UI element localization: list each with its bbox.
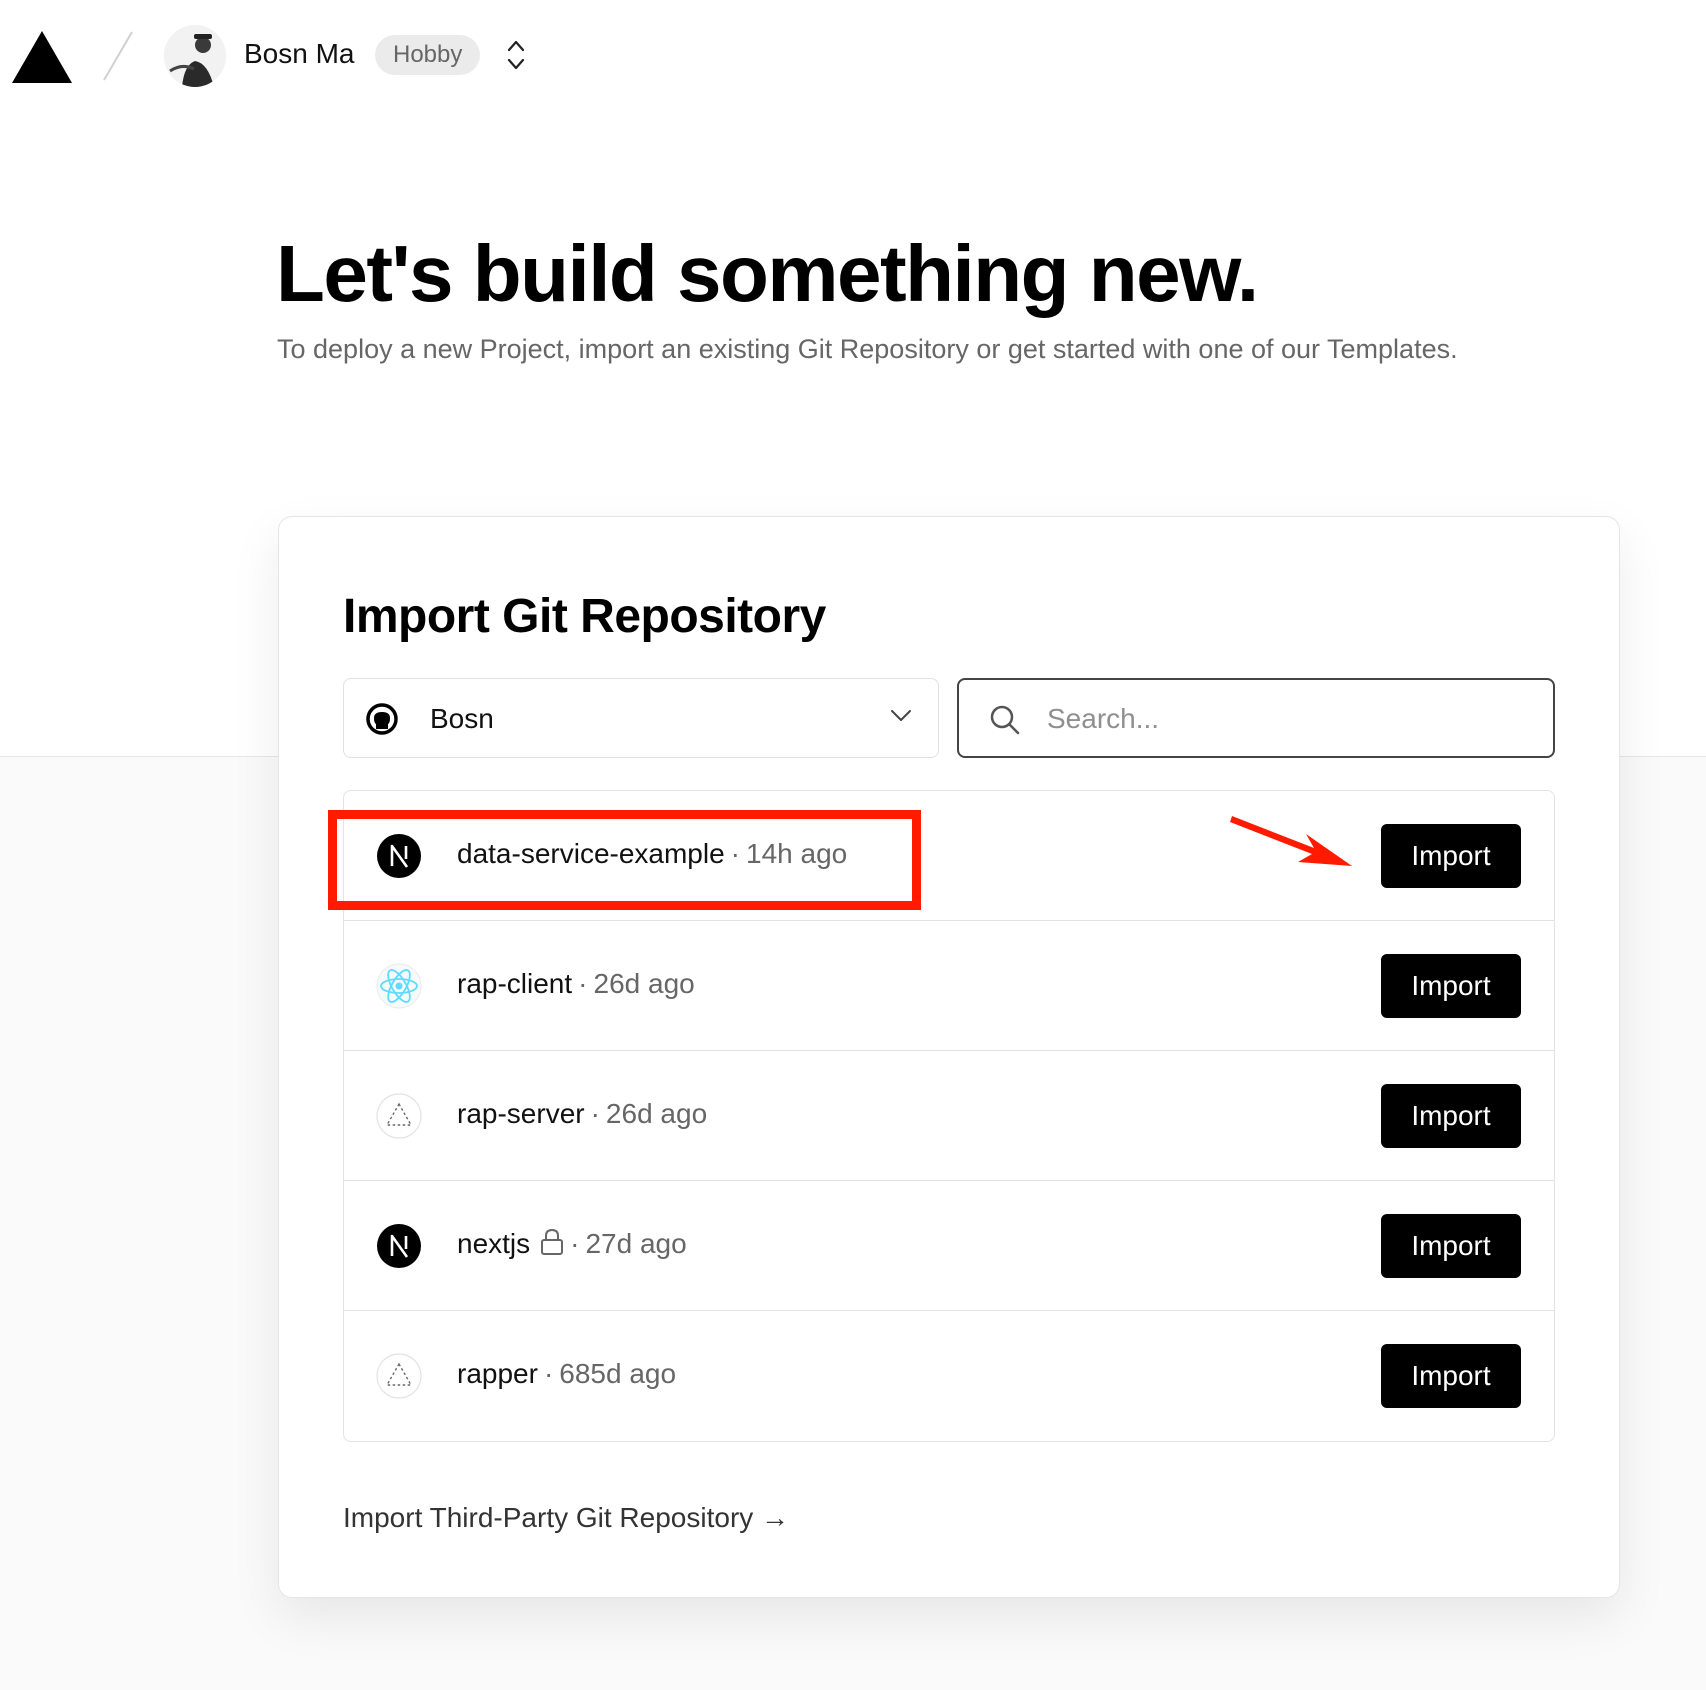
import-button[interactable]: Import: [1381, 1214, 1521, 1278]
git-scope-value: Bosn: [430, 703, 494, 734]
repo-separator: ·: [578, 968, 588, 999]
import-button[interactable]: Import: [1381, 954, 1521, 1018]
github-icon: [366, 703, 398, 735]
repo-name[interactable]: nextjs: [457, 1228, 530, 1259]
card-title: Import Git Repository: [343, 590, 826, 643]
import-third-party-link[interactable]: Import Third-Party Git Repository →: [343, 1502, 789, 1534]
vercel-outline-icon: [376, 1093, 422, 1139]
repo-row-rapper: rapper · 685d ago Import: [344, 1311, 1554, 1441]
import-button[interactable]: Import: [1381, 824, 1521, 888]
breadcrumb-separator-icon: [103, 31, 133, 81]
avatar-photo: [164, 25, 226, 87]
import-button[interactable]: Import: [1381, 1344, 1521, 1408]
import-button[interactable]: Import: [1381, 1084, 1521, 1148]
repo-row-rap-server: rap-server · 26d ago Import: [344, 1051, 1554, 1181]
repository-search: [957, 678, 1555, 758]
repo-name[interactable]: rapper: [457, 1358, 538, 1389]
repository-list: data-service-example · 14h ago Import rap-…: [343, 790, 1555, 1442]
search-icon: [990, 705, 1020, 735]
page-title: Let's build something new.: [276, 229, 1259, 318]
chevron-down-icon: [891, 710, 911, 721]
repo-row-data-service-example: data-service-example · 14h ago Import: [344, 791, 1554, 921]
repo-updated-time: 26d ago: [593, 968, 695, 999]
switch-scope-icon[interactable]: [505, 38, 527, 72]
plan-badge: Hobby: [375, 35, 481, 75]
vercel-outline-icon: [376, 1353, 422, 1399]
repo-separator: ·: [730, 838, 740, 869]
search-input[interactable]: [1047, 692, 1527, 746]
repo-updated-time: 27d ago: [585, 1228, 687, 1259]
import-git-repository-card: Import Git Repository Bosn data-service: [278, 516, 1620, 1598]
page-subtitle: To deploy a new Project, import an exist…: [277, 334, 1458, 364]
repo-separator: ·: [590, 1098, 600, 1129]
repo-row-nextjs: nextjs · 27d ago Import: [344, 1181, 1554, 1311]
repo-separator: ·: [570, 1228, 580, 1259]
avatar[interactable]: [164, 25, 226, 87]
repo-updated-time: 685d ago: [559, 1358, 677, 1389]
nextjs-icon: [377, 834, 421, 878]
lock-icon: [541, 1228, 564, 1255]
repo-row-rap-client: rap-client · 26d ago Import: [344, 921, 1554, 1051]
repo-separator: ·: [543, 1358, 554, 1389]
react-icon: [376, 963, 422, 1009]
git-scope-select[interactable]: Bosn: [343, 678, 939, 758]
top-navbar: Bosn Ma Hobby: [0, 0, 1706, 110]
repo-name[interactable]: rap-client: [457, 968, 572, 999]
nextjs-icon: [377, 1224, 421, 1268]
repo-updated-time: 26d ago: [605, 1098, 708, 1129]
vercel-logo-icon[interactable]: [12, 31, 72, 83]
repo-name[interactable]: rap-server: [457, 1098, 585, 1129]
repo-name[interactable]: data-service-example: [457, 838, 725, 869]
repo-updated-time: 14h ago: [746, 838, 848, 869]
username[interactable]: Bosn Ma: [244, 38, 355, 70]
